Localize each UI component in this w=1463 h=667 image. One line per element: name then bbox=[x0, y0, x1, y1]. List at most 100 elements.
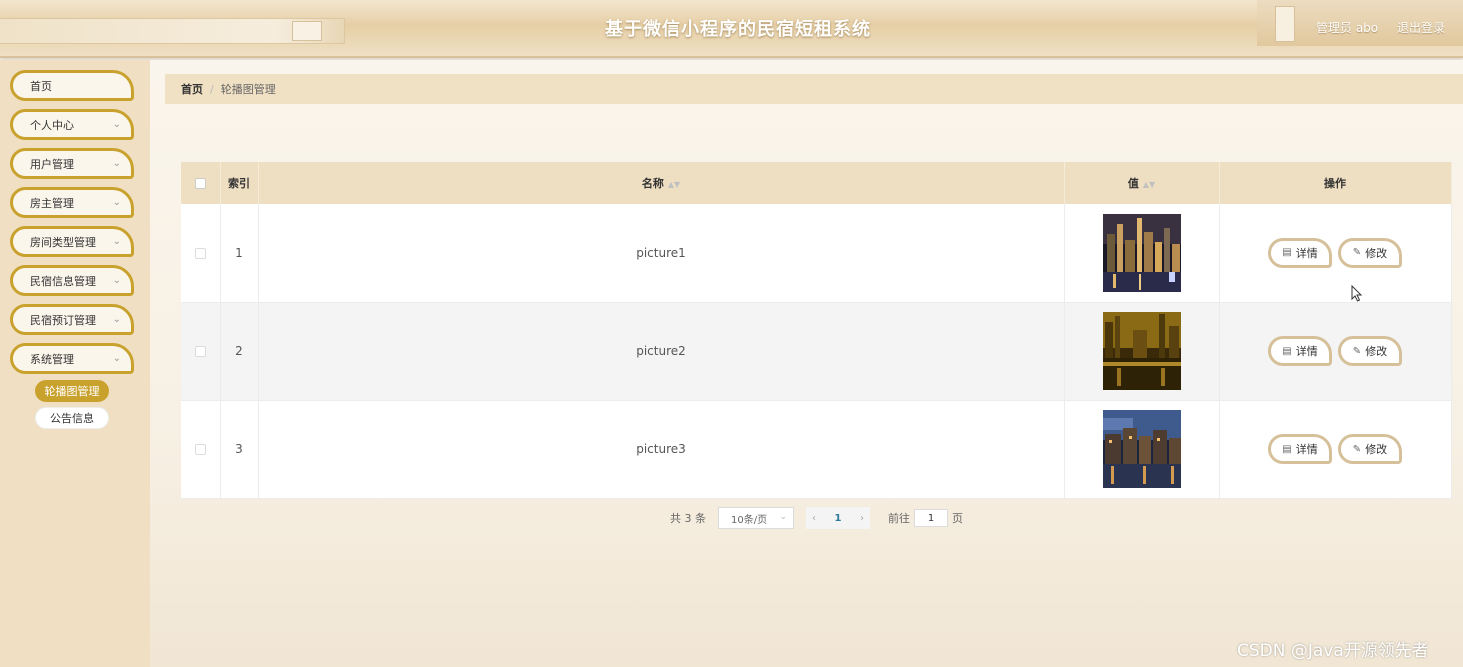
sidebar-subitem-carousel-management[interactable]: 轮播图管理 bbox=[35, 380, 109, 402]
chevron-down-icon: ⌄ bbox=[112, 353, 121, 364]
page-navigator: ‹ 1 › bbox=[806, 507, 870, 529]
column-header-label: 名称 bbox=[641, 177, 664, 190]
logout-link[interactable]: 退出登录 bbox=[1397, 19, 1445, 36]
pagination-total: 共 3 条 bbox=[670, 512, 706, 525]
top-header: 基于微信小程序的民宿短租系统 管理员 abo 退出登录 bbox=[0, 0, 1463, 58]
main-content: 首页 / 轮播图管理 索引 名称 ▲▼ 值 ▲▼ 操作 1 picture1 ▤… bbox=[150, 60, 1463, 667]
sidebar-item-label: 首页 bbox=[30, 79, 52, 93]
sort-icon[interactable]: ▲▼ bbox=[668, 180, 680, 189]
page-suffix: 页 bbox=[952, 512, 963, 525]
select-all-cell bbox=[181, 162, 221, 204]
row-select-cell bbox=[181, 204, 221, 303]
edit-button-label: 修改 bbox=[1365, 246, 1388, 260]
prev-page-icon[interactable]: ‹ bbox=[812, 513, 816, 524]
sidebar-item-system-management[interactable]: 系统管理 ⌄ bbox=[10, 343, 134, 374]
document-icon: ▤ bbox=[1282, 345, 1292, 357]
row-checkbox[interactable] bbox=[194, 346, 206, 357]
current-user: 管理员 abo bbox=[1316, 21, 1379, 35]
sidebar-item-user-management[interactable]: 用户管理 ⌄ bbox=[10, 148, 134, 179]
sidebar-item-host-management[interactable]: 房主管理 ⌄ bbox=[10, 187, 134, 218]
row-index: 2 bbox=[220, 302, 259, 401]
edit-button-label: 修改 bbox=[1365, 345, 1388, 358]
page-number[interactable]: 1 bbox=[835, 513, 842, 524]
sidebar-item-home[interactable]: 首页 bbox=[10, 70, 134, 101]
header-left-decoration bbox=[0, 18, 345, 44]
detail-button-label: 详情 bbox=[1295, 443, 1318, 456]
row-value-cell bbox=[1064, 204, 1220, 303]
detail-button[interactable]: ▤ 详情 bbox=[1268, 434, 1332, 464]
sidebar-item-room-type-management[interactable]: 房间类型管理 ⌄ bbox=[10, 226, 134, 257]
edit-button[interactable]: ✎ 修改 bbox=[1338, 336, 1402, 366]
page-size-select[interactable]: 10条/页 ⌄ bbox=[718, 507, 794, 529]
row-action-cell: ▤ 详情 ✎ 修改 bbox=[1219, 400, 1452, 499]
detail-button[interactable]: ▤ 详情 bbox=[1268, 336, 1332, 366]
app-title: 基于微信小程序的民宿短租系统 bbox=[605, 19, 871, 40]
page-size-value: 10条/页 bbox=[731, 514, 768, 526]
sidebar-item-personal-center[interactable]: 个人中心 ⌄ bbox=[10, 109, 134, 140]
column-header-index: 索引 bbox=[220, 162, 259, 204]
header-decoration-bar bbox=[1275, 6, 1295, 42]
detail-button[interactable]: ▤ 详情 bbox=[1268, 237, 1332, 268]
table-header-row: 索引 名称 ▲▼ 值 ▲▼ 操作 bbox=[181, 162, 1452, 204]
chevron-down-icon: ⌄ bbox=[112, 275, 121, 286]
row-select-cell bbox=[181, 302, 221, 401]
sidebar-item-homestay-info-management[interactable]: 民宿信息管理 ⌄ bbox=[10, 265, 134, 296]
row-index: 1 bbox=[220, 204, 259, 303]
edit-button[interactable]: ✎ 修改 bbox=[1338, 434, 1402, 464]
sidebar-item-label: 个人中心 bbox=[30, 118, 74, 132]
goto-page-input[interactable] bbox=[914, 509, 948, 527]
row-action-cell: ▤ 详情 ✎ 修改 bbox=[1219, 302, 1452, 401]
row-checkbox[interactable] bbox=[194, 444, 206, 455]
golden-river-city-image[interactable] bbox=[1102, 312, 1181, 390]
next-page-icon[interactable]: › bbox=[860, 513, 864, 524]
sidebar-item-homestay-booking-management[interactable]: 民宿预订管理 ⌄ bbox=[10, 304, 134, 335]
goto-label: 前往 bbox=[888, 512, 910, 525]
chevron-down-icon: ⌄ bbox=[112, 158, 121, 169]
column-header-label: 值 bbox=[1127, 177, 1139, 190]
row-index: 3 bbox=[220, 400, 259, 499]
header-decoration-tab bbox=[292, 21, 322, 41]
breadcrumb-current: 轮播图管理 bbox=[220, 83, 276, 96]
watermark: CSDN @Java开源领先者 bbox=[1237, 641, 1429, 661]
row-value-cell bbox=[1064, 302, 1220, 401]
row-select-cell bbox=[181, 400, 221, 499]
carousel-table: 索引 名称 ▲▼ 值 ▲▼ 操作 1 picture1 ▤ 详情 ✎ 修改 2 … bbox=[181, 162, 1452, 499]
row-name: picture1 bbox=[258, 204, 1065, 303]
chevron-down-icon: ⌄ bbox=[112, 236, 121, 247]
row-name: picture3 bbox=[258, 400, 1065, 499]
detail-button-label: 详情 bbox=[1295, 345, 1318, 358]
sidebar: 首页 个人中心 ⌄ 用户管理 ⌄ 房主管理 ⌄ 房间类型管理 ⌄ 民宿信息管理 … bbox=[0, 60, 150, 667]
mouse-cursor-icon bbox=[1351, 285, 1363, 302]
chevron-down-icon: ⌄ bbox=[112, 314, 121, 325]
chevron-down-icon: ⌄ bbox=[112, 197, 121, 208]
breadcrumb-separator: / bbox=[210, 82, 214, 96]
sidebar-item-label: 房主管理 bbox=[30, 196, 74, 210]
pagination: 共 3 条 10条/页 ⌄ ‹ 1 › 前往 页 bbox=[670, 507, 963, 529]
breadcrumb-home[interactable]: 首页 bbox=[181, 81, 203, 97]
column-header-name[interactable]: 名称 ▲▼ bbox=[258, 162, 1065, 204]
sidebar-item-label: 系统管理 bbox=[30, 352, 74, 366]
chevron-down-icon: ⌄ bbox=[779, 512, 787, 522]
table-row: 2 picture2 ▤ 详情 ✎ 修改 bbox=[181, 302, 1452, 401]
sidebar-item-label: 用户管理 bbox=[30, 157, 74, 171]
column-header-action: 操作 bbox=[1219, 162, 1452, 204]
sort-icon[interactable]: ▲▼ bbox=[1143, 180, 1155, 189]
dusk-canal-buildings-image[interactable] bbox=[1102, 410, 1181, 488]
night-city-skyline-image[interactable] bbox=[1102, 213, 1181, 292]
sidebar-item-label: 民宿信息管理 bbox=[30, 274, 96, 288]
column-header-value[interactable]: 值 ▲▼ bbox=[1064, 162, 1220, 204]
edit-button-label: 修改 bbox=[1365, 443, 1388, 456]
table-row: 3 picture3 ▤ 详情 ✎ 修改 bbox=[181, 400, 1452, 499]
edit-button[interactable]: ✎ 修改 bbox=[1338, 237, 1402, 268]
document-icon: ▤ bbox=[1282, 443, 1292, 455]
row-name: picture2 bbox=[258, 302, 1065, 401]
row-checkbox[interactable] bbox=[194, 247, 206, 259]
pencil-icon: ✎ bbox=[1352, 345, 1362, 357]
sidebar-item-label: 民宿预订管理 bbox=[30, 313, 96, 327]
row-action-cell: ▤ 详情 ✎ 修改 bbox=[1219, 204, 1452, 303]
row-value-cell bbox=[1064, 400, 1220, 499]
select-all-checkbox[interactable] bbox=[194, 178, 206, 189]
pencil-icon: ✎ bbox=[1352, 247, 1362, 259]
sidebar-subitem-announcement[interactable]: 公告信息 bbox=[35, 407, 109, 429]
pencil-icon: ✎ bbox=[1352, 443, 1362, 455]
